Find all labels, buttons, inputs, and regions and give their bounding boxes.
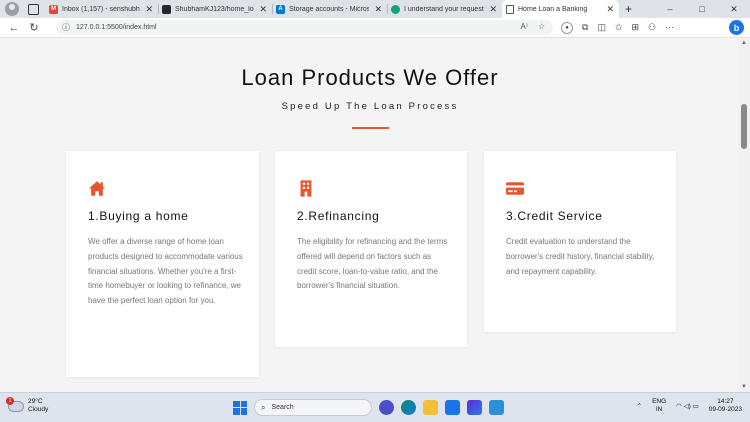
favorites-icon[interactable]: ✩ (615, 22, 623, 33)
home-icon (88, 181, 106, 196)
github-icon (162, 4, 171, 14)
close-tab-icon[interactable]: ✕ (606, 4, 614, 15)
chevron-up-icon[interactable]: ⌃ (637, 402, 642, 410)
tab-home-loan[interactable]: Home Loan a Banking ✕ (502, 0, 619, 18)
windows-taskbar: 1 29°C Cloudy ⌕ Search ⌃ ENG IN ◠ ◁) ▭ 1… (0, 392, 750, 422)
tab-azure[interactable]: A Storage accounts - Microsof ✕ (272, 0, 387, 18)
scrollbar-thumb[interactable] (741, 104, 747, 149)
tab-title: ShubhamKJ123/home_loan (175, 5, 255, 13)
split-screen-icon[interactable]: ◫ (597, 22, 606, 33)
page-scrollbar[interactable]: ▲ ▼ (738, 38, 750, 392)
search-label: Search (271, 404, 294, 411)
card-description: We offer a diverse range of home loan pr… (88, 237, 243, 306)
clock-date: 09-09-2023 (708, 406, 742, 413)
wifi-volume-battery-icons[interactable]: ◠ ◁) ▭ (676, 402, 699, 410)
cloud-icon: 1 (6, 396, 24, 412)
extensions-puzzle-icon[interactable]: ⧉ (582, 22, 588, 33)
section-subtitle: Speed Up The Loan Process (281, 101, 459, 112)
weather-widget[interactable]: 1 29°C Cloudy (6, 396, 49, 414)
gmail-icon: M (49, 4, 58, 14)
weather-desc: Cloudy (28, 406, 49, 413)
window-controls: – □ ✕ (654, 0, 750, 18)
url-text: 127.0.0.1:5500/index.html (76, 24, 157, 31)
minimize-button[interactable]: – (654, 4, 686, 14)
tab-title: Home Loan a Banking (518, 5, 588, 13)
loan-card-buying-home: 1.Buying a home We offer a diverse range… (66, 151, 259, 377)
card-description: Credit evaluation to understand the borr… (506, 237, 655, 276)
profile-avatar[interactable] (5, 2, 19, 16)
clock-time: 14:27 (717, 398, 734, 405)
tab-title: Inbox (1,157) - senshubhan (62, 5, 141, 13)
close-tab-icon[interactable]: ✕ (259, 4, 267, 15)
address-bar-row: ← ↻ ⓘ 127.0.0.1:5500/index.html A⁾ ☆ ● ⧉… (0, 18, 750, 38)
chatgpt-icon (391, 4, 400, 14)
collections-icon[interactable]: ⊞ (632, 22, 640, 33)
scroll-up-arrow-icon[interactable]: ▲ (741, 40, 747, 46)
loan-card-refinancing: 2.Refinancing The eligibility for refina… (275, 151, 467, 347)
title-divider (352, 127, 389, 129)
page-icon (506, 4, 514, 14)
close-window-button[interactable]: ✕ (718, 4, 750, 15)
weather-temp: 29°C (28, 398, 43, 405)
close-tab-icon[interactable]: ✕ (489, 4, 497, 15)
site-info-icon[interactable]: ⓘ (62, 22, 70, 33)
notification-badge: 1 (6, 396, 14, 405)
tab-github[interactable]: ShubhamKJ123/home_loan ✕ (158, 0, 272, 18)
card-title: 1.Buying a home (88, 209, 189, 223)
back-button[interactable]: ← (4, 22, 24, 34)
language-indicator[interactable]: ENG IN (652, 398, 666, 414)
scroll-down-arrow-icon[interactable]: ▼ (741, 384, 747, 390)
card-title: 2.Refinancing (297, 209, 380, 223)
search-icon: ⌕ (261, 402, 266, 412)
close-tab-icon[interactable]: ✕ (145, 4, 153, 15)
bing-copilot-icon[interactable]: b (729, 20, 744, 35)
tab-title: Storage accounts - Microsof (289, 5, 370, 13)
edge-browser-icon[interactable] (401, 400, 416, 415)
windows-start-icon[interactable] (233, 400, 247, 415)
maximize-button[interactable]: □ (686, 4, 718, 14)
azure-icon: A (276, 4, 285, 14)
new-tab-button[interactable]: + (625, 2, 632, 16)
lang-region: IN (655, 406, 663, 413)
vscode-icon[interactable] (489, 400, 504, 415)
media-player-icon[interactable] (467, 400, 482, 415)
file-explorer-icon[interactable] (423, 400, 438, 415)
page-viewport: Loan Products We Offer Speed Up The Loan… (0, 38, 738, 392)
meet-app-icon[interactable] (379, 400, 394, 415)
clock[interactable]: 14:27 09-09-2023 (709, 398, 742, 414)
tab-title: I understand your request. H (404, 5, 485, 13)
system-tray: ⌃ ENG IN ◠ ◁) ▭ 14:27 09-09-2023 (637, 398, 742, 414)
loan-card-credit-service: 3.Credit Service Credit evaluation to un… (484, 151, 676, 332)
building-icon (300, 180, 312, 197)
lang-code: ENG (652, 398, 667, 405)
mail-icon[interactable] (445, 400, 460, 415)
section-title: Loan Products We Offer (241, 65, 499, 90)
taskbar-search[interactable]: ⌕ Search (254, 399, 372, 416)
tab-chatgpt[interactable]: I understand your request. H ✕ (387, 0, 502, 18)
favorite-star-icon[interactable]: ☆ (538, 22, 545, 31)
taskbar-apps: ⌕ Search (233, 399, 504, 416)
card-title: 3.Credit Service (506, 209, 603, 223)
tab-actions-icon[interactable] (28, 3, 39, 15)
profile-sync-icon[interactable]: ⚇ (648, 22, 656, 33)
credit-card-icon (506, 182, 524, 195)
tab-gmail[interactable]: M Inbox (1,157) - senshubhan ✕ (45, 0, 158, 18)
url-field[interactable]: ⓘ 127.0.0.1:5500/index.html A⁾ ☆ (56, 20, 553, 35)
refresh-button[interactable]: ↻ (24, 21, 44, 34)
more-menu-icon[interactable]: ⋯ (665, 22, 674, 33)
read-aloud-icon[interactable]: A⁾ (521, 22, 528, 31)
card-description: The eligibility for refinancing and the … (297, 237, 448, 291)
extension-icon[interactable]: ● (561, 21, 573, 34)
browser-tab-strip: M Inbox (1,157) - senshubhan ✕ ShubhamKJ… (0, 0, 750, 18)
close-tab-icon[interactable]: ✕ (374, 4, 382, 15)
